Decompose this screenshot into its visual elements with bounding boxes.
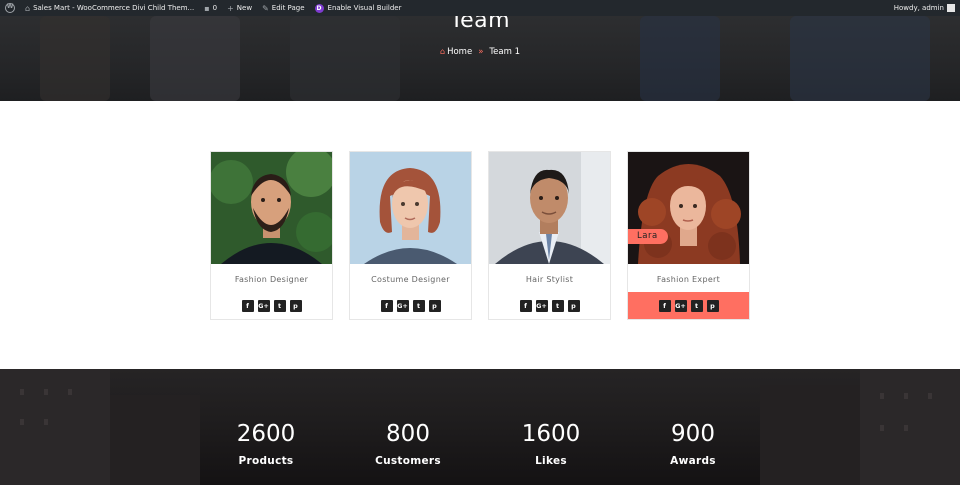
home-icon: ⌂ — [25, 3, 31, 13]
woman-bob-photo — [350, 152, 471, 264]
background-window — [904, 393, 908, 399]
comment-icon: ▪ — [204, 3, 210, 13]
divi-icon: D — [314, 3, 324, 13]
facebook-icon[interactable]: f — [241, 300, 254, 312]
background-window — [68, 389, 72, 395]
team-card[interactable]: Fashion Designer f G+ t p — [210, 151, 333, 320]
man-suit-photo — [489, 152, 610, 264]
pinterest-icon[interactable]: p — [428, 300, 441, 312]
facebook-icon[interactable]: f — [380, 300, 393, 312]
background-window — [880, 425, 884, 431]
stat-value: 900 — [671, 421, 715, 447]
breadcrumb-current: Team 1 — [489, 47, 520, 57]
background-window — [44, 419, 48, 425]
home-icon: ⌂ — [440, 47, 446, 56]
comments-count: 0 — [212, 4, 218, 12]
stat-label: Customers — [375, 455, 441, 467]
page-title: Team — [449, 16, 511, 33]
google-plus-icon[interactable]: G+ — [396, 300, 409, 312]
twitter-icon[interactable]: t — [412, 300, 425, 312]
stat-customers: 800 Customers — [338, 421, 478, 467]
background-window — [20, 389, 24, 395]
background-building — [0, 369, 110, 485]
breadcrumb-home[interactable]: Home — [447, 47, 472, 57]
avatar — [947, 4, 955, 12]
visual-builder-label: Enable Visual Builder — [327, 4, 402, 12]
stats-section: 2600 Products 800 Customers 1600 Likes 9… — [0, 369, 960, 485]
background-window — [904, 425, 908, 431]
site-name-link[interactable]: ⌂ Sales Mart - WooCommerce Divi Child Th… — [20, 0, 199, 16]
team-role: Costume Designer — [371, 275, 450, 284]
background-building — [760, 385, 860, 485]
new-content-link[interactable]: + New — [222, 0, 257, 16]
background-window — [20, 419, 24, 425]
twitter-icon[interactable]: t — [551, 300, 564, 312]
facebook-icon[interactable]: f — [658, 300, 671, 312]
social-links: f G+ t p — [350, 300, 471, 312]
twitter-icon[interactable]: t — [273, 300, 286, 312]
social-links: f G+ t p — [489, 300, 610, 312]
team-card-active[interactable]: Lara Fashion Expert f G+ t p — [627, 151, 750, 320]
team-role: Hair Stylist — [525, 275, 574, 284]
stat-label: Products — [238, 455, 294, 467]
team-card[interactable]: Costume Designer f G+ t p — [349, 151, 472, 320]
twitter-icon[interactable]: t — [690, 300, 703, 312]
site-name: Sales Mart - WooCommerce Divi Child Them… — [33, 4, 195, 12]
stat-label: Likes — [535, 455, 567, 467]
greeting: Howdy, admin — [893, 4, 944, 12]
team-role: Fashion Designer — [234, 275, 309, 284]
social-links: f G+ t p — [211, 300, 332, 312]
stat-products: 2600 Products — [196, 421, 336, 467]
page-hero: Team ⌂ Home » Team 1 — [0, 16, 960, 101]
pinterest-icon[interactable]: p — [706, 300, 719, 312]
background-window — [880, 393, 884, 399]
edit-page-label: Edit Page — [271, 4, 305, 12]
pinterest-icon[interactable]: p — [567, 300, 580, 312]
stat-label: Awards — [670, 455, 716, 467]
breadcrumb: ⌂ Home » Team 1 — [0, 47, 960, 57]
facebook-icon[interactable]: f — [519, 300, 532, 312]
team-role: Fashion Expert — [656, 275, 721, 284]
google-plus-icon[interactable]: G+ — [674, 300, 687, 312]
man-beard-photo — [211, 152, 332, 264]
pinterest-icon[interactable]: p — [289, 300, 302, 312]
stat-value: 1600 — [521, 421, 581, 447]
edit-page-link[interactable]: ✎ Edit Page — [257, 0, 309, 16]
pencil-icon: ✎ — [262, 3, 269, 13]
team-card[interactable]: Hair Stylist f G+ t p — [488, 151, 611, 320]
team-section: Fashion Designer f G+ t p Costume Design… — [0, 101, 960, 369]
google-plus-icon[interactable]: G+ — [535, 300, 548, 312]
wordpress-icon — [5, 3, 15, 13]
plus-icon: + — [227, 3, 234, 13]
account-menu[interactable]: Howdy, admin — [889, 0, 960, 16]
comments-link[interactable]: ▪ 0 — [199, 0, 222, 16]
google-plus-icon[interactable]: G+ — [257, 300, 270, 312]
background-building — [860, 369, 960, 485]
background-building — [110, 395, 200, 485]
woman-curly-photo — [628, 152, 749, 264]
admin-bar: ⌂ Sales Mart - WooCommerce Divi Child Th… — [0, 0, 960, 16]
wp-logo-menu[interactable] — [0, 0, 20, 16]
stat-awards: 900 Awards — [623, 421, 763, 467]
stat-value: 2600 — [236, 421, 296, 447]
social-links: f G+ t p — [628, 300, 749, 312]
background-window — [928, 393, 932, 399]
new-label: New — [236, 4, 253, 12]
visual-builder-link[interactable]: D Enable Visual Builder — [310, 0, 407, 16]
background-window — [44, 389, 48, 395]
member-name-tag: Lara — [628, 229, 668, 244]
stat-value: 800 — [386, 421, 430, 447]
stat-likes: 1600 Likes — [481, 421, 621, 467]
breadcrumb-separator: » — [478, 47, 484, 57]
